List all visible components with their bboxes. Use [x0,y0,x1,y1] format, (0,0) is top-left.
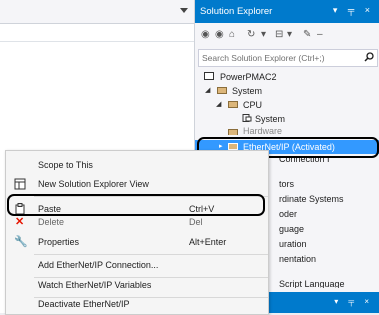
project-icon [204,72,214,80]
tree-item-label: System [232,86,263,96]
folder-icon [228,129,238,135]
tree-item-project[interactable]: PowerPMAC2 [195,70,379,84]
wrench-icon[interactable]: ✎ [303,29,311,40]
expand-arrow-icon[interactable]: ◢ [205,84,210,98]
tree-item-hardware-folder[interactable]: Hardware [195,127,379,135]
wrench-icon: 🔧 [14,236,28,248]
menu-item-label: Add EtherNet/IP Connection... [38,260,159,270]
tree-item-label: guage [279,224,305,234]
tab-dropdown-icon[interactable] [180,8,188,13]
folder-icon [228,101,238,108]
dropdown-icon[interactable]: ▾ [261,29,266,40]
paste-callout-frame [7,194,265,216]
search-icon[interactable] [364,52,374,62]
menu-item-new-view[interactable]: New Solution Explorer View [6,173,268,195]
new-view-icon [14,178,26,190]
home-icon[interactable]: ⌂ [229,29,235,40]
panel-window-controls[interactable]: ▾ ╤ × [334,297,373,306]
menu-item-shortcut: Alt+Enter [189,237,227,247]
menu-item-label: Delete [38,217,65,227]
menu-item-label: Properties [38,237,80,247]
folder-icon [217,87,227,94]
back-icon[interactable]: ◉ [201,29,210,40]
solution-explorer-title: Solution Explorer [200,6,273,17]
panel-window-controls[interactable]: ▾ ╤ × [333,5,374,16]
tree-item-label: tors [279,179,295,189]
pin-icon[interactable]: – [317,29,323,40]
tree-item-system-component[interactable]: System [195,112,379,126]
solution-explorer-toolbar: ◉ ◉ ⌂ ↻ ▾ ⊟ ▾ ✎ – [195,23,379,47]
tree-item-label: Hardware [243,127,283,135]
expand-arrow-icon[interactable]: ◢ [216,98,221,112]
menu-item-properties[interactable]: 🔧 Properties Alt+Enter [6,231,268,253]
context-menu: Scope to This New Solution Explorer View… [5,150,269,315]
search-placeholder: Search Solution Explorer (Ctrl+;) [202,53,325,63]
tree-item-system-folder[interactable]: ◢ System [195,84,379,98]
tree-item-label: CPU [243,100,263,110]
collapse-icon[interactable]: ⊟ [275,29,283,40]
sync-icon[interactable]: ↻ [247,29,255,40]
dropdown-icon[interactable]: ▾ [287,29,292,40]
menu-item-label: New Solution Explorer View [38,179,149,189]
tree-item-label: System [255,114,286,124]
editor-header-strip [0,23,194,41]
tree-item-label: uration [279,239,307,249]
tree-item-cpu-folder[interactable]: ◢ CPU [195,98,379,112]
menu-item-deactivate[interactable]: Deactivate EtherNet/IP [6,293,268,315]
tree-item-label: Script Language [279,280,345,288]
menu-item-shortcut: Del [189,217,203,227]
menu-item-delete[interactable]: ✕ Delete Del [6,216,268,228]
component-icon [242,114,252,122]
editor-divider [0,41,194,42]
document-tab-bar [0,0,194,23]
tree-item-label: rdinate Systems [279,194,344,204]
menu-item-add-connection[interactable]: Add EtherNet/IP Connection... [6,254,268,276]
tree-item-label: nentation [279,254,317,264]
search-input[interactable]: Search Solution Explorer (Ctrl+;) [198,49,378,67]
tree-item-label: PowerPMAC2 [220,72,277,82]
menu-item-label: Deactivate EtherNet/IP [38,299,130,309]
solution-explorer-titlebar: Solution Explorer ▾ ╤ × [195,0,379,23]
delete-icon: ✕ [15,216,25,228]
forward-icon[interactable]: ◉ [215,29,224,40]
tree-item-label: oder [279,209,298,219]
